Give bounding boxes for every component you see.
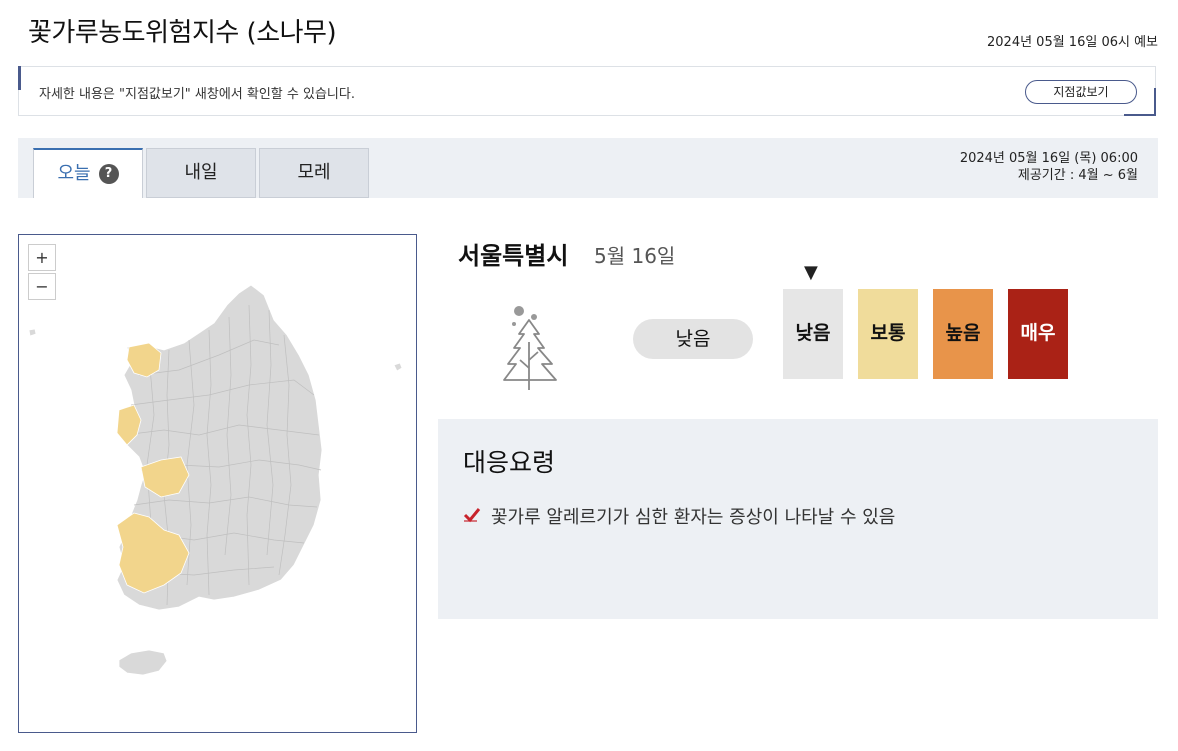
response-guide: 대응요령 꽃가루 알레르기가 심한 환자는 증상이 나타날 수 있음 — [438, 419, 1158, 619]
tab-day-after-tomorrow[interactable]: 모레 — [259, 148, 369, 198]
tab-today-label: 오늘 — [57, 163, 91, 184]
tab-today[interactable]: 오늘? — [33, 148, 143, 198]
region-map-svg[interactable] — [19, 235, 417, 733]
region-date: 5월 16일 — [594, 244, 676, 268]
level-low-label: 낮음 — [795, 322, 831, 344]
date-info: 2024년 05월 16일 (목) 06:00 제공기간 : 4월 ~ 6월 — [960, 150, 1138, 184]
level-low: 낮음 — [783, 289, 843, 379]
tab-tomorrow[interactable]: 내일 — [146, 148, 256, 198]
tab-tomorrow-label: 내일 — [184, 162, 218, 183]
ulleung-island — [393, 362, 403, 372]
guide-title: 대응요령 — [463, 448, 556, 477]
guide-item-text: 꽃가루 알레르기가 심한 환자는 증상이 나타날 수 있음 — [491, 507, 896, 528]
guide-item: 꽃가루 알레르기가 심한 환자는 증상이 나타날 수 있음 — [463, 503, 895, 529]
level-pointer-icon: ▼ — [804, 262, 818, 283]
date-time: 2024년 05월 16일 (목) 06:00 — [959, 151, 1138, 166]
jeju-island — [118, 649, 168, 676]
level-very-high: 매우 — [1008, 289, 1068, 379]
pine-tree-icon — [496, 302, 562, 398]
notice-box: 자세한 내용은 "지점값보기" 새창에서 확인할 수 있습니다. 지점값보기 — [18, 66, 1156, 116]
service-period: 제공기간 : 4월 ~ 6월 — [1017, 168, 1138, 183]
current-level-badge: 낮음 — [633, 319, 753, 359]
checkmark-icon — [463, 507, 481, 528]
page-title: 꽃가루농도위험지수 (소나무) — [28, 18, 337, 48]
level-normal: 보통 — [858, 289, 918, 379]
level-normal-label: 보통 — [870, 322, 906, 344]
level-high: 높음 — [933, 289, 993, 379]
notice-text: 자세한 내용은 "지점값보기" 새창에서 확인할 수 있습니다. — [39, 87, 355, 102]
forecast-time: 2024년 05월 16일 06시 예보 — [987, 35, 1158, 50]
station-values-button[interactable]: 지점값보기 — [1025, 80, 1137, 104]
tab-day-after-label: 모레 — [297, 162, 331, 183]
level-high-label: 높음 — [945, 322, 981, 344]
level-very-high-label: 매우 — [1020, 322, 1056, 344]
day-tabs: 오늘? 내일 모레 2024년 05월 16일 (목) 06:00 제공기간 :… — [18, 138, 1158, 198]
help-icon[interactable]: ? — [98, 164, 119, 184]
korea-map[interactable]: + − — [18, 234, 417, 733]
region-name: 서울특별시 — [458, 242, 569, 270]
